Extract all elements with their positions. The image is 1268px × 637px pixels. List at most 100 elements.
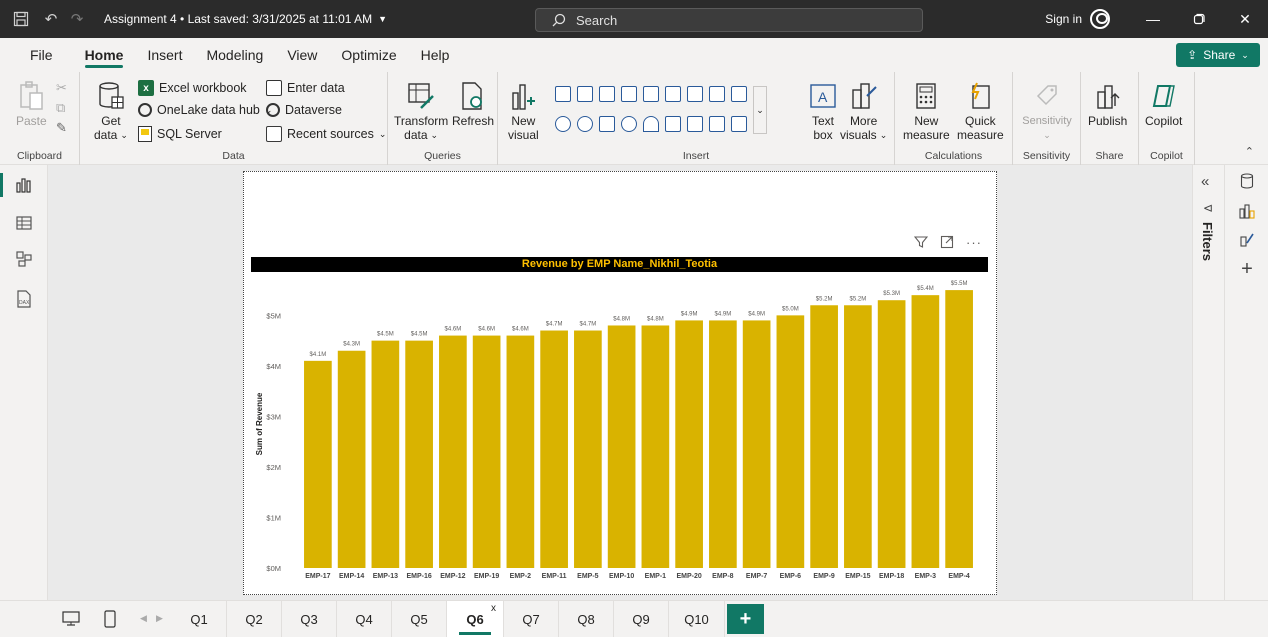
revenue-bar-chart[interactable]: Sum of Revenue $0M $1M $2M $3M $4M $5M $4.1M EMP… (251, 272, 988, 590)
filter-icon[interactable] (913, 235, 929, 252)
undo-icon[interactable]: ↶ (40, 8, 62, 30)
paste-button[interactable]: Paste (16, 80, 47, 128)
clustered-column-chart-icon[interactable] (621, 86, 637, 102)
ribbon-chart-icon[interactable] (731, 86, 747, 102)
page-tab-q8[interactable]: Q8 (559, 601, 614, 637)
more-options-icon[interactable]: ··· (966, 235, 982, 252)
bar[interactable] (574, 330, 602, 568)
publish-button[interactable]: Publish (1088, 80, 1127, 128)
onelake-data-hub-button[interactable]: OneLake data hub ⌄ (138, 103, 272, 117)
more-visuals-button[interactable]: More visuals ⌄ (840, 80, 887, 142)
dataverse-button[interactable]: Dataverse (266, 103, 342, 117)
scroll-left-icon[interactable]: ◀ (140, 613, 147, 624)
report-view-icon[interactable] (14, 175, 34, 195)
text-box-button[interactable]: A Text box (808, 80, 838, 142)
page-tab-q9[interactable]: Q9 (614, 601, 669, 637)
close-tab-icon[interactable]: x (491, 603, 496, 614)
sensitivity-button[interactable]: Sensitivity ⌄ (1015, 80, 1079, 142)
bar[interactable] (877, 300, 906, 568)
copy-icon[interactable]: ⧉ (56, 100, 65, 116)
table-visual-icon[interactable] (709, 116, 725, 132)
new-visual-button[interactable]: New visual (508, 80, 539, 142)
format-painter-icon[interactable]: ✎ (56, 120, 67, 136)
transform-data-button[interactable]: Transform data ⌄ (394, 80, 448, 142)
close-button[interactable]: ✕ (1222, 0, 1268, 38)
scroll-right-icon[interactable]: ▶ (156, 613, 163, 624)
bar[interactable] (405, 340, 433, 568)
redo-icon[interactable]: ↷ (66, 8, 88, 30)
menu-tab-insert[interactable]: Insert (135, 38, 194, 72)
bar[interactable] (709, 320, 737, 568)
menu-tab-view[interactable]: View (275, 38, 329, 72)
minimize-button[interactable]: — (1130, 0, 1176, 38)
page-tab-q4[interactable]: Q4 (337, 601, 392, 637)
model-view-icon[interactable] (14, 249, 34, 269)
menu-tab-help[interactable]: Help (409, 38, 462, 72)
copilot-button[interactable]: Copilot (1145, 80, 1182, 128)
recent-sources-button[interactable]: Recent sources ⌄ (266, 126, 386, 142)
avatar-icon[interactable] (1090, 9, 1110, 29)
menu-tab-file[interactable]: File (18, 38, 65, 72)
page-tab-q7[interactable]: Q7 (504, 601, 559, 637)
quick-measure-button[interactable]: Quick measure (957, 80, 1004, 142)
refresh-button[interactable]: Refresh (452, 80, 494, 128)
kpi-icon[interactable] (687, 116, 703, 132)
line-chart-icon[interactable] (687, 86, 703, 102)
enter-data-button[interactable]: Enter data (266, 80, 345, 96)
bar[interactable] (911, 295, 940, 568)
bar[interactable] (945, 290, 973, 568)
visualizations-pane-icon[interactable] (1237, 201, 1257, 221)
restore-button[interactable] (1176, 0, 1222, 38)
bar[interactable] (540, 330, 568, 568)
add-page-button[interactable]: + (727, 604, 764, 634)
new-measure-button[interactable]: New measure (903, 80, 950, 142)
bar[interactable] (304, 360, 332, 568)
bar[interactable] (742, 320, 771, 568)
bar[interactable] (810, 305, 838, 568)
data-pane-icon[interactable] (1237, 171, 1257, 191)
share-button[interactable]: ⇪ Share ⌄ (1176, 43, 1260, 67)
donut-chart-icon[interactable] (577, 116, 593, 132)
page-tab-q3[interactable]: Q3 (282, 601, 337, 637)
dax-query-view-icon[interactable]: DAX (14, 289, 34, 309)
excel-workbook-button[interactable]: x Excel workbook (138, 80, 247, 96)
bar[interactable] (337, 350, 366, 568)
page-tab-q5[interactable]: Q5 (392, 601, 447, 637)
bar[interactable] (675, 320, 703, 568)
bar[interactable] (844, 305, 872, 568)
sign-in-link[interactable]: Sign in (1045, 12, 1082, 26)
map-icon[interactable] (621, 116, 637, 132)
collapse-ribbon-icon[interactable]: ⌃ (1245, 145, 1254, 158)
filters-label[interactable]: Filters (1200, 222, 1215, 261)
bar[interactable] (607, 325, 636, 568)
bar[interactable] (371, 340, 400, 568)
stacked-bar-100-chart-icon[interactable] (643, 86, 659, 102)
focus-mode-icon[interactable] (940, 235, 954, 252)
treemap-icon[interactable] (599, 116, 615, 132)
menu-tab-modeling[interactable]: Modeling (194, 38, 275, 72)
add-pane-icon[interactable]: + (1237, 258, 1257, 280)
format-pane-icon[interactable] (1237, 229, 1257, 249)
desktop-layout-icon[interactable] (62, 611, 80, 630)
page-tab-q2[interactable]: Q2 (227, 601, 282, 637)
cut-icon[interactable]: ✂ (56, 80, 67, 96)
bar[interactable] (506, 335, 535, 568)
stacked-column-chart-icon[interactable] (577, 86, 593, 102)
pie-chart-icon[interactable] (555, 116, 571, 132)
page-tab-q6[interactable]: Q6 x (447, 601, 504, 637)
card-icon[interactable] (665, 116, 681, 132)
bar[interactable] (439, 335, 467, 568)
gauge-icon[interactable] (643, 116, 659, 132)
stacked-column-100-chart-icon[interactable] (665, 86, 681, 102)
expand-pane-icon[interactable]: « (1201, 173, 1209, 190)
bar[interactable] (776, 315, 805, 568)
menu-tab-optimize[interactable]: Optimize (329, 38, 408, 72)
get-data-button[interactable]: Get data ⌄ (94, 80, 128, 142)
bar[interactable] (472, 335, 501, 568)
table-view-icon[interactable] (14, 213, 34, 233)
search-box[interactable]: Search (535, 8, 923, 32)
mobile-layout-icon[interactable] (104, 610, 116, 631)
bar[interactable] (641, 325, 670, 568)
matrix-icon[interactable] (731, 116, 747, 132)
gallery-expand-icon[interactable]: ⌄ (753, 86, 767, 134)
